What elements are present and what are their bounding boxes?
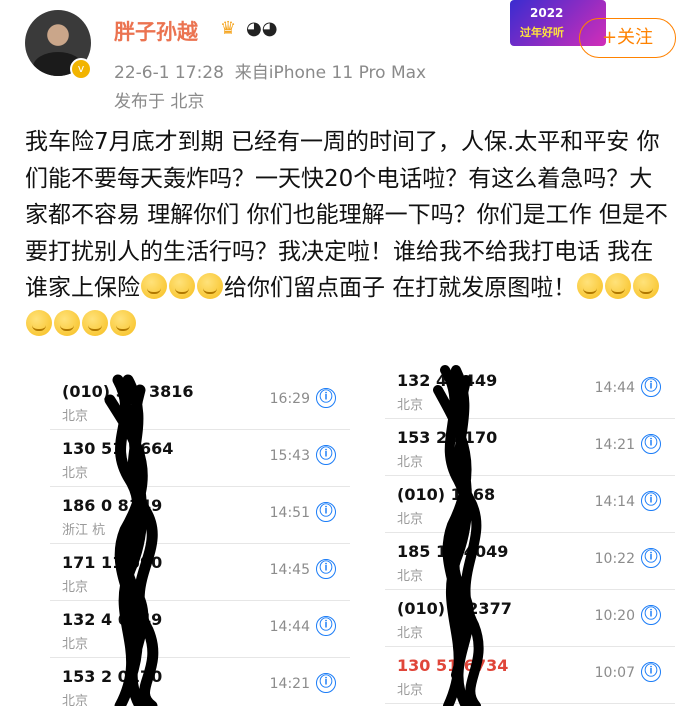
grinning-face-icon [197, 273, 223, 300]
info-circle-icon[interactable]: ⓘ [641, 605, 661, 625]
post-meta: 22-6-1 17:28 来自iPhone 11 Pro Max [114, 58, 426, 83]
call-time: 16:29 [269, 391, 310, 407]
call-location: 北京 [62, 409, 89, 424]
info-circle-icon[interactable]: ⓘ [316, 616, 336, 636]
redaction-scribble-left [104, 374, 159, 706]
author-name[interactable]: 胖子孙越 [114, 16, 198, 46]
call-row[interactable]: (010) 5 9 3816 北京 16:29 ⓘ [50, 373, 350, 430]
call-row[interactable]: 153 2 0170 北京 14:21 ⓘ [385, 419, 675, 476]
call-time: 14:21 [269, 676, 310, 692]
call-row[interactable]: 186 0 8149 浙江 杭 14:51 ⓘ [50, 487, 350, 544]
grinning-face-icon [141, 273, 167, 300]
call-location: 北京 [62, 637, 89, 652]
call-log-screenshot-left[interactable]: (010) 5 9 3816 北京 16:29 ⓘ 130 51 5664 北京 15:43… [50, 371, 350, 706]
call-time: 10:20 [594, 608, 635, 624]
grinning-face-icon [110, 309, 136, 336]
info-circle-icon[interactable]: ⓘ [641, 548, 661, 568]
call-location: 北京 [397, 569, 424, 584]
grinning-face-icon [633, 273, 660, 300]
grinning-face-icon [605, 273, 632, 300]
call-time: 14:44 [594, 380, 635, 396]
call-location: 浙江 杭 [62, 523, 106, 538]
info-circle-icon[interactable]: ⓘ [641, 491, 661, 511]
call-row[interactable]: 130 51 6734 北京 10:07 ⓘ [385, 647, 675, 704]
info-circle-icon[interactable]: ⓘ [316, 445, 336, 465]
call-row[interactable]: (010) 1768 北京 14:14 ⓘ [385, 476, 675, 533]
info-circle-icon[interactable]: ⓘ [316, 502, 336, 522]
info-circle-icon[interactable]: ⓘ [641, 434, 661, 454]
grinning-face-icon [26, 309, 52, 336]
follow-button[interactable]: +关注 [579, 18, 676, 58]
call-row[interactable]: 132 4 6449 北京 14:44 ⓘ [50, 601, 350, 658]
info-circle-icon[interactable]: ⓘ [316, 673, 336, 693]
post-timestamp: 22-6-1 17:28 [114, 63, 224, 83]
info-circle-icon[interactable]: ⓘ [316, 388, 336, 408]
info-circle-icon[interactable]: ⓘ [641, 377, 661, 397]
post-body: 我车险7月底才到期 已经有一周的时间了，人保.太平和平安 你们能不要每天轰炸吗？… [25, 124, 675, 344]
call-location: 北京 [397, 626, 424, 641]
call-location: 北京 [397, 398, 424, 413]
post-location: 发布于 北京 [114, 92, 205, 112]
call-row[interactable]: 132 4 6449 北京 14:44 ⓘ [385, 371, 675, 419]
panda-icon: ◕◕ [246, 18, 278, 39]
call-time: 14:21 [594, 437, 635, 453]
call-location: 北京 [397, 683, 424, 698]
call-location: 北京 [62, 466, 89, 481]
grinning-face-icon [82, 309, 108, 336]
redaction-scribble-right [433, 365, 484, 706]
call-time: 14:51 [269, 505, 310, 521]
info-circle-icon[interactable]: ⓘ [316, 559, 336, 579]
call-row[interactable]: 185 15 4049 北京 10:22 ⓘ [385, 533, 675, 590]
grinning-face-icon [577, 273, 604, 300]
call-time: 14:44 [269, 619, 310, 635]
post-device: 来自iPhone 11 Pro Max [234, 63, 427, 83]
verified-badge-icon: v [70, 58, 92, 80]
call-row[interactable]: 130 51 5664 北京 15:43 ⓘ [50, 430, 350, 487]
call-time: 10:07 [594, 665, 635, 681]
banner-year: 2022 [530, 6, 564, 20]
call-row[interactable]: 171 11 690 北京 14:45 ⓘ [50, 544, 350, 601]
call-time: 14:45 [269, 562, 310, 578]
call-time: 14:14 [594, 494, 635, 510]
call-location: 北京 [397, 512, 424, 527]
info-circle-icon[interactable]: ⓘ [641, 662, 661, 682]
call-location: 北京 [397, 455, 424, 470]
post-header: v 胖子孙越 ♛ ◕◕ 22-6-1 17:28 来自iPhone 11 Pro… [0, 0, 700, 115]
call-row[interactable]: 153 2 0170 北京 14:21 ⓘ [50, 658, 350, 706]
post-text-end: 给你们留点面子 在打就发原图啦！ [224, 275, 577, 302]
call-location: 北京 [62, 580, 89, 595]
crown-icon: ♛ [220, 18, 237, 39]
call-log-screenshot-right[interactable]: 132 4 6449 北京 14:44 ⓘ 153 2 0170 北京 14:21 ⓘ (010… [385, 371, 675, 706]
banner-text: 过年好听 [520, 26, 564, 39]
call-time: 15:43 [269, 448, 310, 464]
grinning-face-icon [54, 309, 80, 336]
call-row[interactable]: (010) 5 2377 北京 10:20 ⓘ [385, 590, 675, 647]
call-location: 北京 [62, 694, 89, 706]
grinning-face-icon [169, 273, 195, 300]
call-time: 10:22 [594, 551, 635, 567]
